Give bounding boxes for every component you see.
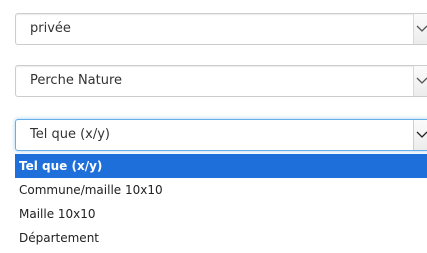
precision-select-toggle[interactable] — [413, 120, 427, 150]
dropdown-option-departement[interactable]: Département — [15, 226, 427, 250]
precision-select-value: Tel que (x/y) — [30, 127, 111, 142]
organization-select[interactable]: Perche Nature — [15, 65, 427, 97]
chevron-down-icon — [416, 131, 427, 138]
visibility-select[interactable]: privée — [15, 13, 427, 45]
organization-select-toggle[interactable] — [413, 66, 427, 96]
form-panel: privée Perche Nature Tel que (x/y) Tel q… — [0, 0, 427, 253]
dropdown-option-tel-que[interactable]: Tel que (x/y) — [15, 154, 427, 178]
visibility-select-value: privée — [30, 21, 71, 36]
chevron-down-icon — [416, 77, 427, 84]
visibility-select-toggle[interactable] — [413, 14, 427, 44]
organization-select-value: Perche Nature — [30, 73, 123, 88]
chevron-down-icon — [416, 25, 427, 32]
precision-select[interactable]: Tel que (x/y) — [15, 119, 427, 151]
dropdown-option-commune-maille[interactable]: Commune/maille 10x10 — [15, 178, 427, 202]
precision-dropdown-list: Tel que (x/y) Commune/maille 10x10 Maill… — [15, 154, 427, 253]
dropdown-option-maille[interactable]: Maille 10x10 — [15, 202, 427, 226]
